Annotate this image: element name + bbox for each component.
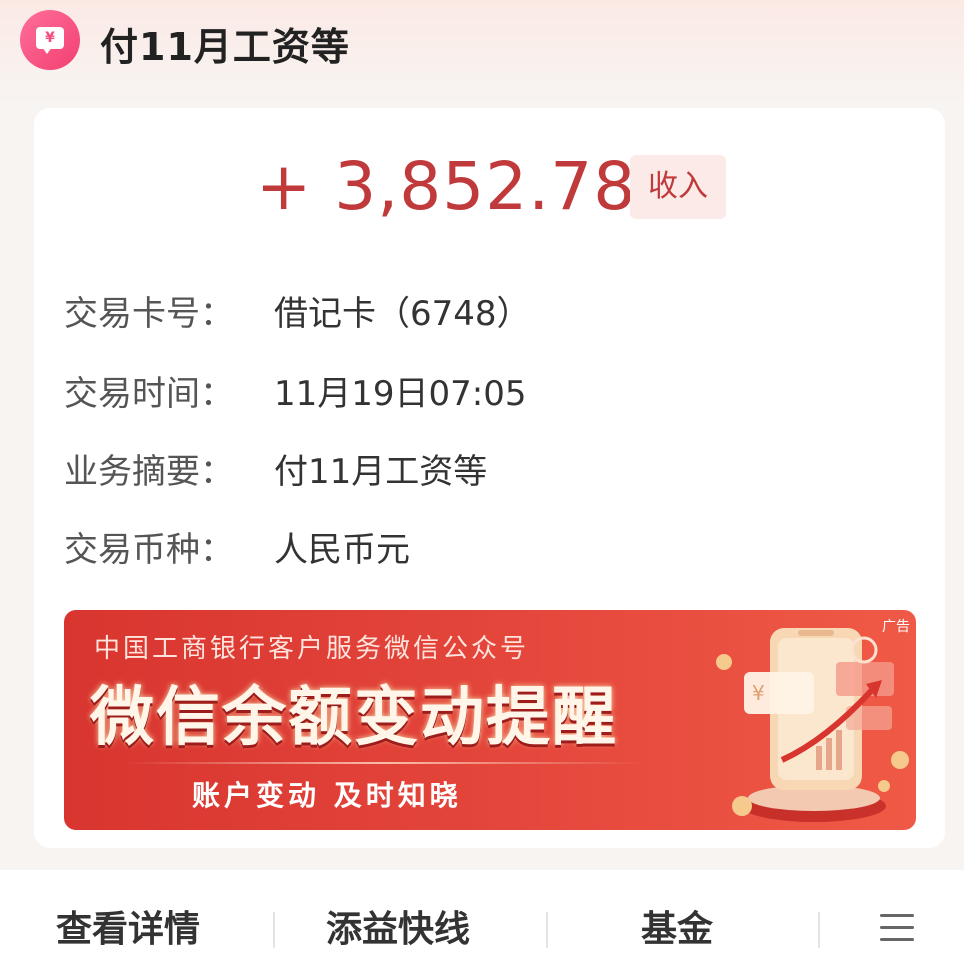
info-label: 交易币种：: [64, 530, 234, 570]
banner-headline: 微信余额变动提醒: [90, 681, 618, 755]
header: ¥ 付11月工资等: [0, 0, 964, 110]
banner-subtitle: 中国工商银行客户服务微信公众号: [94, 634, 530, 664]
info-row-card-number: 交易卡号： 借记卡（6748）: [64, 286, 531, 335]
info-value: 人民币元: [274, 530, 410, 570]
svg-text:¥: ¥: [752, 681, 765, 705]
info-label: 交易卡号：: [64, 294, 234, 334]
info-value: 付11月工资等: [274, 452, 488, 492]
transaction-card: + 3,852.78 收入 交易卡号： 借记卡（6748） 交易时间： 11月19日…: [34, 108, 945, 848]
info-value: 11月19日07:05: [274, 374, 527, 414]
info-row-time: 交易时间： 11月19日07:05: [64, 366, 527, 415]
info-label: 交易时间：: [64, 374, 234, 414]
info-value: 借记卡（6748）: [274, 294, 531, 334]
bottom-divider: [273, 912, 275, 948]
fund-button[interactable]: 基金: [641, 900, 713, 952]
phone-illustration-icon: ¥: [716, 628, 909, 822]
info-row-currency: 交易币种： 人民币元: [64, 522, 410, 571]
income-badge: 收入: [630, 155, 726, 219]
bottom-divider: [818, 912, 820, 948]
bottom-divider: [546, 912, 548, 948]
tianyi-kuaixian-button[interactable]: 添益快线: [326, 900, 470, 952]
banner-divider: [124, 762, 644, 764]
ad-banner[interactable]: 广告 中国工商银行客户服务微信公众号 微信余额变动提醒 账户变动 及时知晓 ¥: [64, 610, 916, 830]
menu-icon[interactable]: [880, 914, 914, 942]
info-label: 业务摘要：: [64, 452, 234, 492]
banner-tagline: 账户变动 及时知晓: [192, 779, 462, 812]
view-details-button[interactable]: 查看详情: [56, 900, 200, 952]
info-row-summary: 业务摘要： 付11月工资等: [64, 444, 487, 493]
yuan-glyph: ¥: [36, 27, 64, 49]
message-yuan-icon: ¥: [20, 10, 80, 70]
bottom-action-bar: 查看详情 添益快线 基金: [0, 870, 964, 974]
page-title: 付11月工资等: [100, 25, 350, 69]
transaction-amount: + 3,852.78: [256, 148, 637, 225]
